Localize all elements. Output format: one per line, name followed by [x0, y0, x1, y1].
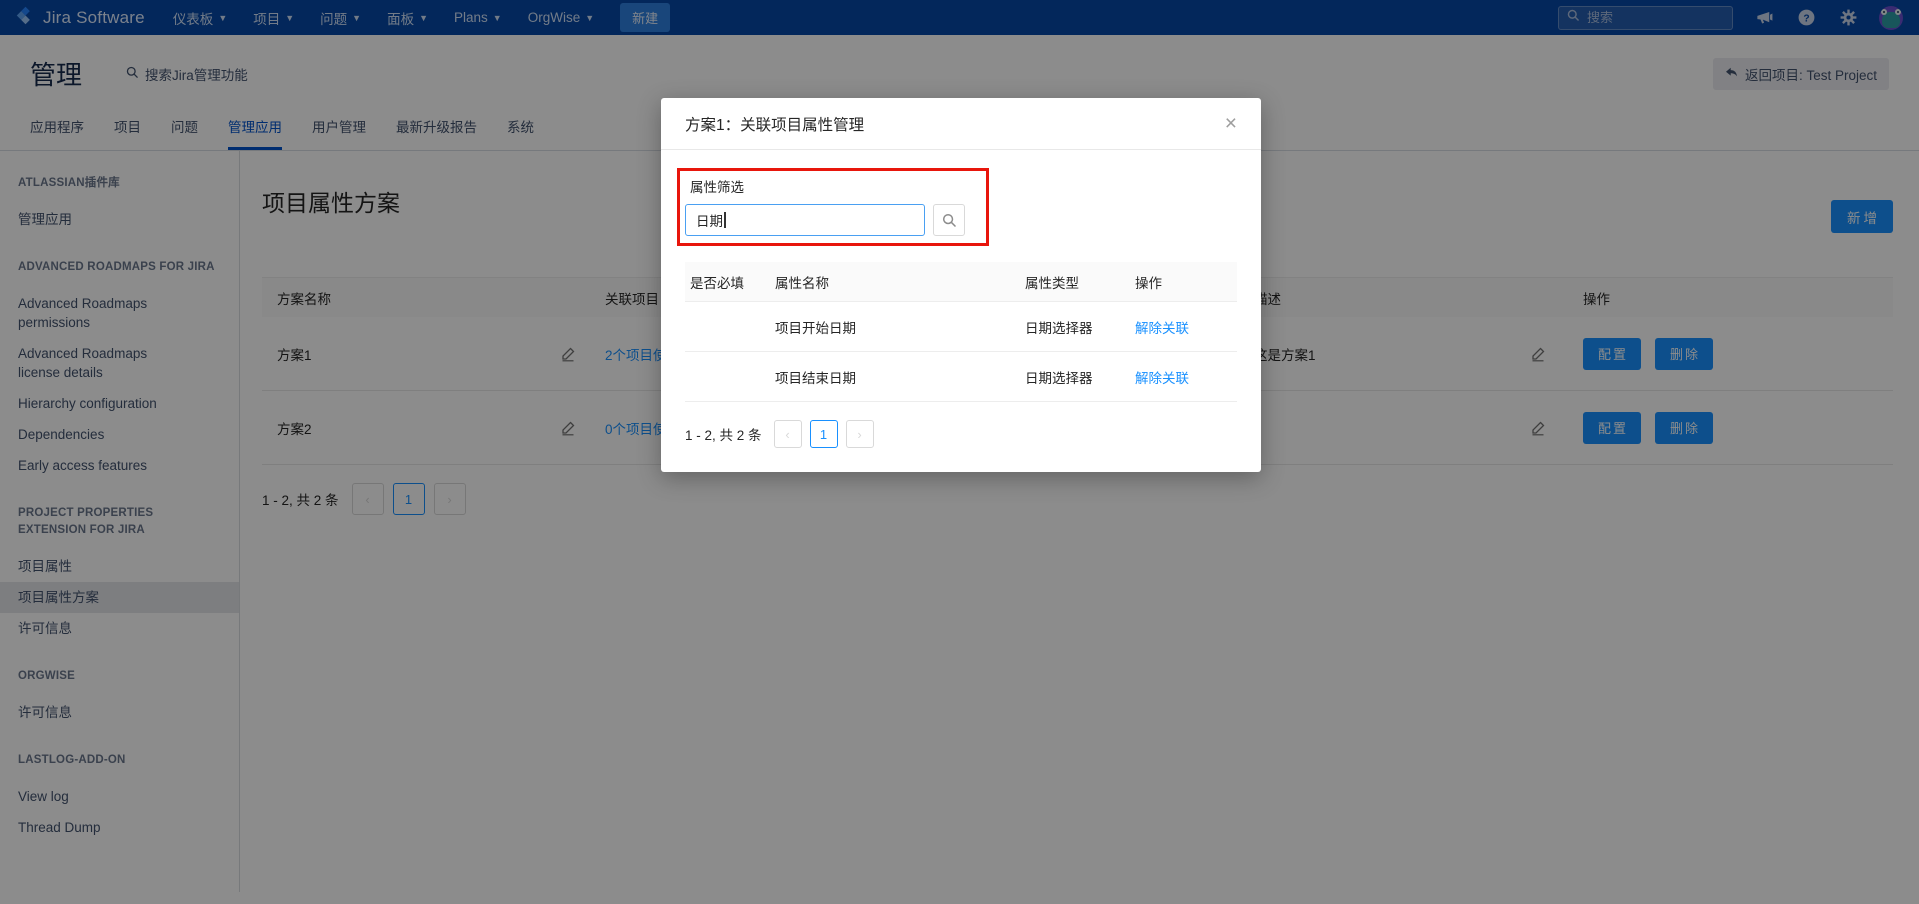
- next-page-button[interactable]: ›: [845, 420, 874, 448]
- modal-table-row: × 项目结束日期 日期选择器 解除关联: [676, 352, 1237, 402]
- col-header-required: 是否必填: [690, 275, 744, 291]
- close-icon[interactable]: ×: [1225, 113, 1237, 134]
- unlink-action[interactable]: 解除关联: [1135, 321, 1189, 336]
- modal-body: 属性筛选 日期 是否必填 属性名称 属性类型 操作 × 项目开始日期 日期选择器…: [661, 150, 1261, 472]
- property-type: 日期选择器: [1025, 320, 1093, 336]
- modal-properties-table: 是否必填 属性名称 属性类型 操作 × 项目开始日期 日期选择器 解除关联 × …: [676, 262, 1237, 402]
- property-filter-input[interactable]: 日期: [685, 204, 925, 236]
- property-name: 项目开始日期: [775, 320, 856, 336]
- modal-header: 方案1：关联项目属性管理 ×: [661, 98, 1261, 150]
- prev-page-button[interactable]: ‹: [773, 420, 802, 448]
- unlink-action[interactable]: 解除关联: [1135, 371, 1189, 386]
- property-type: 日期选择器: [1025, 370, 1093, 386]
- text-caret: [724, 212, 726, 228]
- modal-pagination: 1 - 2, 共 2 条 ‹ 1 ›: [685, 420, 1237, 448]
- col-header-prop-type: 属性类型: [1025, 275, 1079, 291]
- filter-search-button[interactable]: [933, 204, 965, 236]
- app-root: Jira Software 仪表板 ▼ 项目 ▼ 问题 ▼ 面板 ▼ Plans ▼ Or…: [0, 0, 1919, 904]
- property-name: 项目结束日期: [775, 370, 856, 386]
- modal-table-header: 是否必填 属性名称 属性类型 操作: [685, 262, 1237, 302]
- link-properties-modal: 方案1：关联项目属性管理 × 属性筛选 日期 是否必填 属性名称 属性类型 操作: [661, 98, 1261, 472]
- modal-table-row: × 项目开始日期 日期选择器 解除关联: [676, 302, 1237, 352]
- filter-label: 属性筛选: [690, 180, 744, 195]
- col-header-ops: 操作: [1135, 275, 1162, 291]
- modal-title: 方案1：关联项目属性管理: [685, 116, 865, 134]
- search-icon: [942, 213, 956, 227]
- page-1-button[interactable]: 1: [809, 420, 838, 448]
- pagination-summary: 1 - 2, 共 2 条: [685, 428, 762, 443]
- col-header-prop-name: 属性名称: [775, 275, 829, 291]
